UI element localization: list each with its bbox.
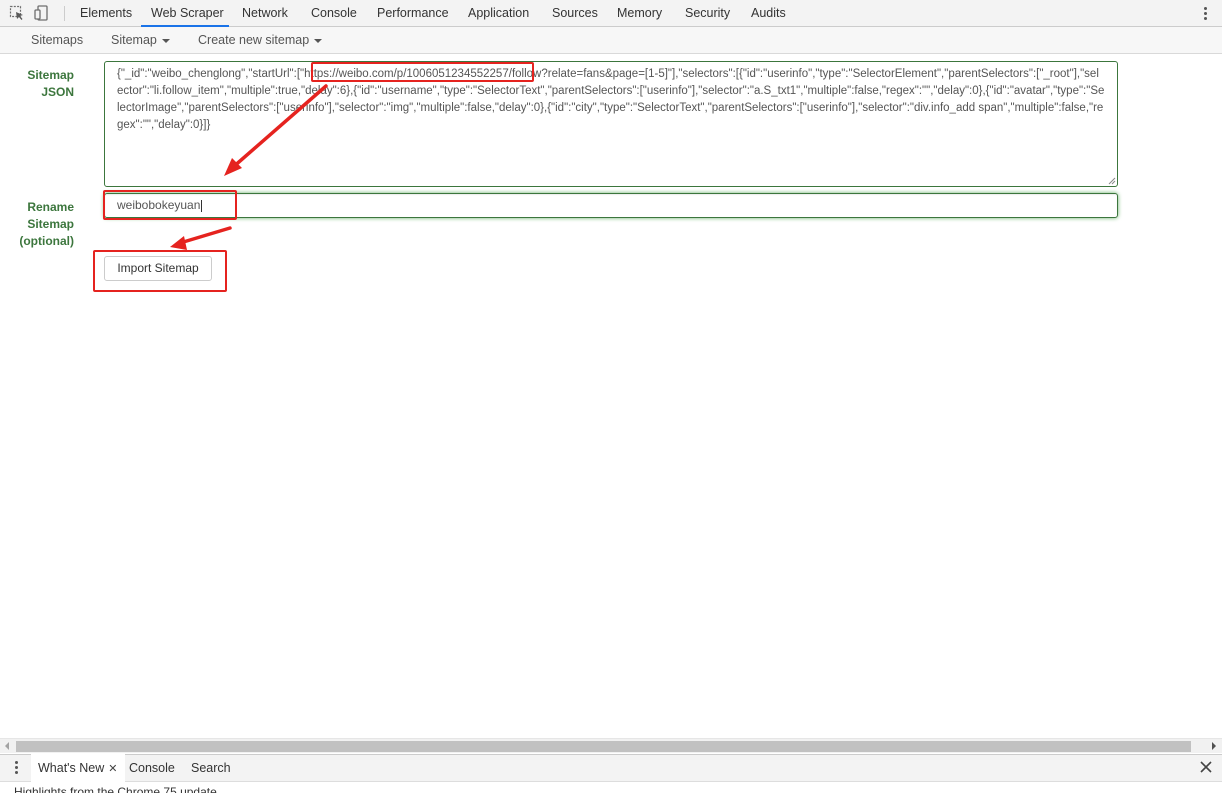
tab-web-scraper[interactable]: Web Scraper bbox=[151, 0, 224, 27]
tab-network[interactable]: Network bbox=[242, 0, 288, 27]
tab-sources[interactable]: Sources bbox=[552, 0, 598, 27]
tab-elements[interactable]: Elements bbox=[80, 0, 132, 27]
rename-sitemap-input[interactable]: weibobokeyuan bbox=[104, 193, 1118, 218]
drawer-tab-console[interactable]: Console bbox=[129, 754, 175, 782]
drawer-tab-whats-new[interactable]: What's New ✕ bbox=[31, 754, 125, 782]
tab-console[interactable]: Console bbox=[311, 0, 357, 27]
scroll-left-icon[interactable] bbox=[5, 742, 9, 750]
tab-performance[interactable]: Performance bbox=[377, 0, 449, 27]
label-line: Rename bbox=[27, 200, 74, 214]
nav-create-sitemap-label: Create new sitemap bbox=[198, 33, 310, 47]
tab-security[interactable]: Security bbox=[685, 0, 730, 27]
annotation-arrow-to-import bbox=[178, 226, 232, 245]
nav-sitemaps[interactable]: Sitemaps bbox=[31, 27, 83, 54]
sitemap-json-textarea[interactable]: {"_id":"weibo_chenglong","startUrl":["ht… bbox=[104, 61, 1118, 187]
devtools-window: Elements Web Scraper Network Console Per… bbox=[0, 0, 1222, 793]
drawer-content-text: Highlights from the Chrome 75 update bbox=[14, 785, 217, 793]
tab-memory[interactable]: Memory bbox=[617, 0, 662, 27]
nav-sitemap-label: Sitemap bbox=[111, 33, 157, 47]
tab-audits[interactable]: Audits bbox=[751, 0, 786, 27]
dropdown-caret-icon bbox=[161, 38, 170, 43]
annotation-arrowhead-import bbox=[170, 236, 187, 250]
json-text-prefix: {"_id":"weibo_chenglong","startUrl":[" bbox=[117, 68, 305, 80]
dropdown-caret-icon bbox=[314, 38, 323, 43]
annotation-box-rename bbox=[103, 190, 237, 220]
nav-create-sitemap-dropdown[interactable]: Create new sitemap bbox=[198, 27, 323, 54]
close-drawer-icon[interactable] bbox=[1199, 760, 1213, 774]
device-toolbar-icon[interactable] bbox=[34, 5, 50, 21]
horizontal-scrollbar[interactable] bbox=[0, 738, 1222, 753]
annotation-box-import bbox=[93, 250, 227, 292]
label-line: Sitemap bbox=[27, 217, 74, 231]
scrollbar-thumb[interactable] bbox=[16, 741, 1191, 752]
rename-sitemap-label: Rename Sitemap (optional) bbox=[4, 199, 74, 250]
drawer-tab-bar bbox=[0, 754, 1222, 782]
resize-grip-icon[interactable] bbox=[1107, 176, 1116, 185]
scroll-right-icon[interactable] bbox=[1212, 742, 1216, 750]
devtools-tab-bar: Elements Web Scraper Network Console Per… bbox=[0, 0, 1222, 27]
label-line: (optional) bbox=[19, 234, 74, 248]
label-line: JSON bbox=[41, 85, 74, 99]
drawer-menu-icon[interactable] bbox=[15, 761, 19, 775]
annotation-box-url bbox=[311, 62, 534, 82]
more-options-icon[interactable] bbox=[1204, 7, 1208, 21]
toolbar-divider bbox=[64, 6, 65, 21]
nav-sitemap-dropdown[interactable]: Sitemap bbox=[111, 27, 170, 54]
label-line: Sitemap bbox=[27, 68, 74, 82]
close-icon[interactable]: ✕ bbox=[108, 755, 117, 783]
inspect-element-icon[interactable] bbox=[9, 5, 25, 21]
sitemap-json-label: Sitemap JSON bbox=[14, 67, 74, 101]
drawer-tab-label: What's New bbox=[38, 761, 105, 775]
tab-application[interactable]: Application bbox=[468, 0, 529, 27]
drawer-tab-search[interactable]: Search bbox=[191, 754, 231, 782]
scraper-navbar: Sitemaps Sitemap Create new sitemap bbox=[0, 27, 1222, 54]
